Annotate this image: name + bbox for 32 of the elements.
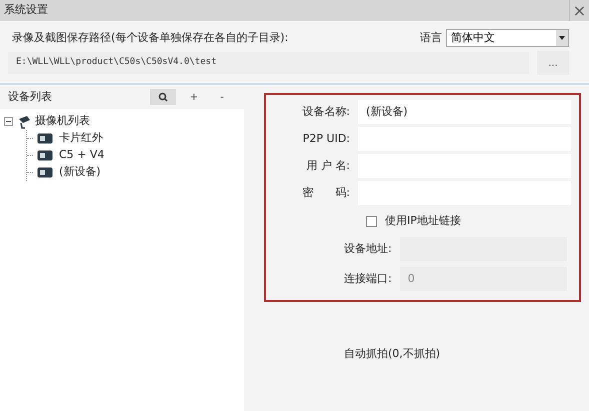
close-button[interactable]: ×: [569, 0, 589, 21]
camera-icon: [37, 133, 53, 144]
search-button[interactable]: [150, 89, 176, 105]
field-label: 密 码:: [301, 184, 350, 201]
tree-item[interactable]: 摄像机列表: [35, 113, 90, 130]
camera-icon: [37, 150, 53, 161]
toolbar-button[interactable]: -: [212, 89, 232, 105]
camera-icon: [37, 167, 53, 178]
tree-item[interactable]: 卡片红外: [57, 130, 105, 147]
language-dropdown[interactable]: 简体中文: [446, 29, 569, 47]
tree-item[interactable]: C5 + V4: [57, 147, 106, 164]
checkbox[interactable]: [366, 216, 377, 226]
field-label: 设备地址:: [344, 240, 392, 257]
input-field[interactable]: (新设备): [358, 100, 571, 124]
field-label: 连接端口:: [344, 270, 392, 287]
browse-button[interactable]: ...: [537, 51, 569, 75]
field-label: P2P UID:: [302, 130, 350, 147]
path-label: 录像及截图保存路径(每个设备单独保存在各自的子目录):: [11, 30, 288, 46]
path-field[interactable]: E:\WLL\WLL\product\C50s\C50sV4.0\test: [8, 52, 529, 74]
auto-capture-label: 自动抓拍(0,不抓拍): [344, 346, 442, 362]
checkbox-label: 使用IP地址链接: [385, 212, 461, 229]
camera-group-icon: [17, 114, 31, 128]
expander-icon[interactable]: [4, 117, 13, 126]
search-icon: [158, 92, 168, 102]
caret-icon: [556, 30, 568, 46]
field-label: 设备名称:: [301, 104, 350, 120]
device-list-title: 设备列表: [8, 88, 52, 105]
language-label: 语言: [420, 30, 442, 46]
tree-item[interactable]: (新设备): [57, 164, 103, 181]
toolbar-button[interactable]: +: [184, 89, 204, 105]
window-title: 系统设置: [4, 2, 48, 18]
field-label: 用 户 名:: [305, 158, 350, 174]
